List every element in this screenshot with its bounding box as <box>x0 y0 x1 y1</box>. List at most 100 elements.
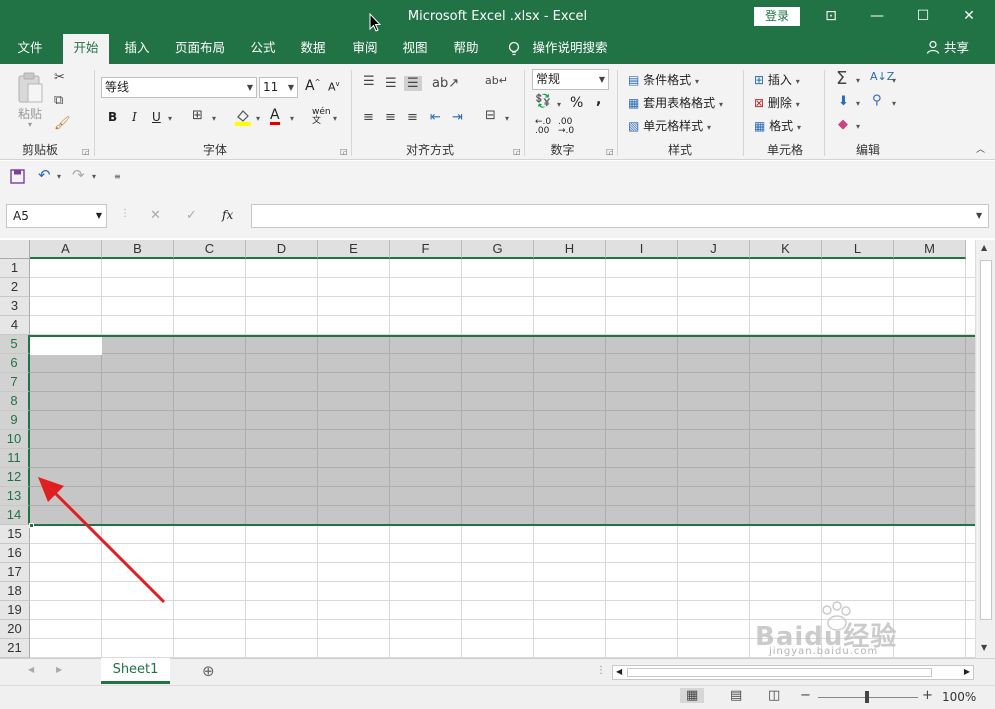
comma-style-button[interactable]: , <box>596 92 601 108</box>
scroll-down-icon[interactable]: ▼ <box>981 643 987 652</box>
autosum-icon[interactable]: Σ <box>836 68 847 89</box>
alignment-launcher-icon[interactable]: ◲ <box>513 147 521 156</box>
decrease-decimal-icon[interactable]: .00 →.0 <box>558 118 574 136</box>
minimize-button[interactable]: — <box>854 0 900 34</box>
shrink-font-button[interactable]: Av <box>328 80 340 94</box>
column-header-h[interactable]: H <box>534 240 606 259</box>
tab-data[interactable]: 数据 <box>290 34 336 64</box>
active-cell[interactable] <box>30 337 102 355</box>
paste-icon[interactable] <box>16 72 46 104</box>
row-header-14[interactable]: 14 <box>0 506 30 525</box>
sheet-tab-sheet1[interactable]: Sheet1 <box>101 658 170 684</box>
clear-dropdown-icon[interactable]: ▾ <box>856 122 860 131</box>
phonetic-dropdown-icon[interactable]: ▾ <box>333 114 337 123</box>
tell-me-search[interactable]: 操作说明搜索 <box>528 34 612 64</box>
align-left-icon[interactable]: ≡ <box>363 110 374 125</box>
zoom-slider-thumb[interactable] <box>865 691 869 703</box>
column-header-g[interactable]: G <box>462 240 534 259</box>
increase-decimal-icon[interactable]: ←.0.00 <box>535 118 551 136</box>
underline-dropdown-icon[interactable]: ▾ <box>168 114 172 123</box>
format-cells-button[interactable]: ▦ 格式 ▾ <box>754 117 801 134</box>
ribbon-display-options-button[interactable]: ⊡ <box>808 0 854 34</box>
copy-icon[interactable]: ⧉ <box>54 93 63 108</box>
row-header-17[interactable]: 17 <box>0 563 30 582</box>
tab-help[interactable]: 帮助 <box>443 34 489 64</box>
row-header-13[interactable]: 13 <box>0 487 30 506</box>
insert-cells-button[interactable]: ⊞ 插入 ▾ <box>754 71 800 88</box>
phonetic-guide-icon[interactable]: wén 文 <box>312 108 331 126</box>
row-header-18[interactable]: 18 <box>0 582 30 601</box>
redo-dropdown-icon[interactable]: ▾ <box>92 172 96 181</box>
prev-sheet-icon[interactable]: ◀ <box>28 665 34 674</box>
undo-dropdown-icon[interactable]: ▾ <box>57 172 61 181</box>
font-size-select[interactable]: 11 ▼ <box>259 77 298 98</box>
format-as-table-button[interactable]: ▦ 套用表格格式 ▾ <box>628 94 723 111</box>
column-header-k[interactable]: K <box>750 240 822 259</box>
find-dropdown-icon[interactable]: ▾ <box>892 99 896 108</box>
column-header-d[interactable]: D <box>246 240 318 259</box>
row-header-21[interactable]: 21 <box>0 639 30 658</box>
horizontal-scroll-thumb[interactable] <box>627 668 932 677</box>
clear-icon[interactable]: ◆ <box>838 117 848 132</box>
column-header-m[interactable]: M <box>894 240 966 259</box>
horizontal-scrollbar[interactable]: ◀ ▶ <box>612 665 974 680</box>
font-name-select[interactable]: 等线 ▼ <box>101 77 257 98</box>
insert-function-button[interactable]: fx <box>222 208 233 222</box>
row-header-12[interactable]: 12 <box>0 468 30 487</box>
tab-review[interactable]: 审阅 <box>342 34 388 64</box>
tab-formulas[interactable]: 公式 <box>240 34 286 64</box>
add-sheet-icon[interactable]: ⊕ <box>202 662 215 680</box>
merge-center-icon[interactable]: ⊟ <box>485 108 496 123</box>
wrap-text-icon[interactable]: ab↵ <box>485 74 508 87</box>
scroll-up-icon[interactable]: ▲ <box>981 243 987 252</box>
fill-color-icon[interactable] <box>234 108 252 126</box>
align-right-icon[interactable]: ≡ <box>407 110 418 125</box>
normal-view-icon[interactable]: ▦ <box>680 688 705 703</box>
customize-toolbar-icon[interactable]: ≡ <box>114 172 121 181</box>
conditional-formatting-button[interactable]: ▤ 条件格式 ▾ <box>628 71 699 88</box>
scroll-left-icon[interactable]: ◀ <box>616 667 622 676</box>
grow-font-button[interactable]: A^ <box>305 78 320 94</box>
lightbulb-icon[interactable] <box>507 41 521 57</box>
undo-icon[interactable]: ↶ <box>38 166 51 184</box>
drag-handle-icon[interactable]: ⋮ <box>120 208 130 219</box>
font-color-dropdown-icon[interactable]: ▾ <box>290 114 294 123</box>
tab-insert[interactable]: 插入 <box>114 34 160 64</box>
underline-button[interactable]: U <box>152 110 161 124</box>
accounting-format-icon[interactable]: 💱 <box>535 94 551 109</box>
zoom-level[interactable]: 100% <box>942 690 976 704</box>
font-color-button[interactable]: A <box>270 108 280 125</box>
italic-button[interactable]: I <box>132 110 137 124</box>
column-header-f[interactable]: F <box>390 240 462 259</box>
select-all-corner[interactable] <box>0 240 30 259</box>
close-button[interactable]: ✕ <box>946 0 992 34</box>
formula-input[interactable] <box>251 204 989 228</box>
row-header-3[interactable]: 3 <box>0 297 30 316</box>
column-header-i[interactable]: I <box>606 240 678 259</box>
tab-page-layout[interactable]: 页面布局 <box>170 34 230 64</box>
percent-style-button[interactable]: % <box>570 95 583 111</box>
format-painter-icon[interactable]: 🖌 <box>54 116 71 131</box>
row-header-6[interactable]: 6 <box>0 354 30 373</box>
save-icon[interactable] <box>10 169 25 184</box>
number-format-select[interactable]: 常规 ▼ <box>532 69 609 90</box>
page-break-view-icon[interactable]: ◫ <box>768 688 780 703</box>
number-launcher-icon[interactable]: ◲ <box>606 147 614 156</box>
row-header-10[interactable]: 10 <box>0 430 30 449</box>
increase-indent-icon[interactable]: ⇥ <box>452 110 463 125</box>
worksheet-grid[interactable]: ABCDEFGHIJKLM 1 2 3 4 5 6 7 8 9 10 11 12 13 14 15 16 17 1… <box>0 240 975 658</box>
page-layout-view-icon[interactable]: ▤ <box>730 688 742 703</box>
merge-dropdown-icon[interactable]: ▾ <box>505 114 509 123</box>
next-sheet-icon[interactable]: ▶ <box>56 665 62 674</box>
fill-handle[interactable] <box>29 523 34 528</box>
paste-dropdown-icon[interactable]: ▾ <box>28 120 32 129</box>
row-header-2[interactable]: 2 <box>0 278 30 297</box>
confirm-entry-icon[interactable]: ✓ <box>186 208 197 223</box>
bold-button[interactable]: B <box>108 110 117 124</box>
align-middle-icon[interactable]: ☰ <box>385 76 397 91</box>
accounting-dropdown-icon[interactable]: ▾ <box>557 100 561 109</box>
fill-color-dropdown-icon[interactable]: ▾ <box>256 114 260 123</box>
row-header-19[interactable]: 19 <box>0 601 30 620</box>
fill-dropdown-icon[interactable]: ▾ <box>856 99 860 108</box>
collapse-ribbon-icon[interactable]: ︿ <box>976 142 985 155</box>
